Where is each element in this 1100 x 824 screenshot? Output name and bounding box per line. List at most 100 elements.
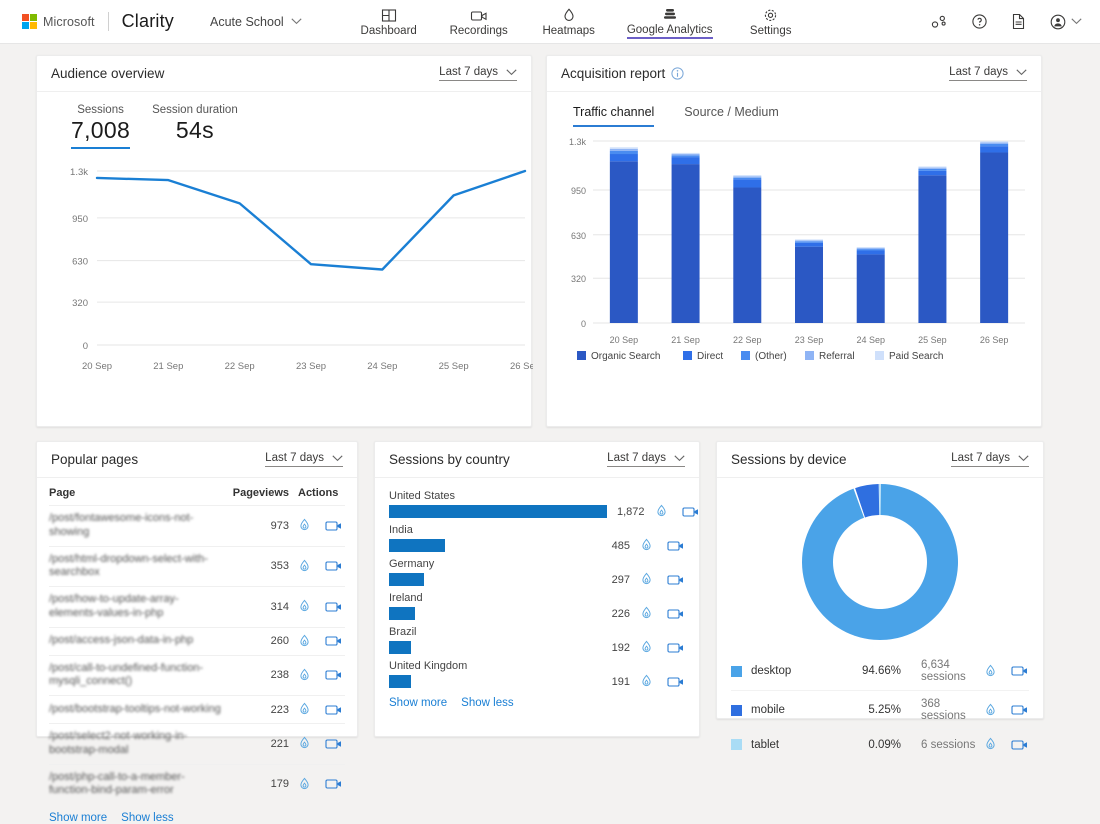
heatmap-flame-icon[interactable]: [640, 640, 653, 655]
country-item[interactable]: Germany 297: [389, 558, 685, 587]
recording-video-icon[interactable]: [1011, 704, 1029, 716]
account-avatar-icon[interactable]: [1049, 13, 1082, 31]
project-selector[interactable]: Acute School: [210, 15, 302, 29]
heatmap-flame-icon[interactable]: [298, 702, 311, 717]
kpi-session-duration[interactable]: Session duration 54s: [152, 104, 238, 149]
device-legend-row[interactable]: desktop 94.66% 6,634 sessions: [731, 652, 1029, 690]
table-row[interactable]: /post/bootstrap-tooltips-not-working 223: [49, 695, 345, 724]
recording-video-icon[interactable]: [325, 778, 343, 790]
nav-tab-heatmaps[interactable]: Heatmaps: [524, 0, 614, 44]
date-range-picker-country[interactable]: Last 7 days: [607, 452, 685, 467]
main-nav-tabs: Dashboard Recordings Heatmaps Google Ana…: [344, 0, 816, 44]
heatmap-flame-icon[interactable]: [655, 504, 668, 519]
device-legend-row[interactable]: tablet 0.09% 6 sessions: [731, 729, 1029, 759]
heatmap-flame-icon[interactable]: [298, 668, 311, 683]
page-url-cell[interactable]: /post/access-json-data-in-php: [49, 626, 233, 655]
svg-text:1.3k: 1.3k: [70, 167, 88, 178]
card-header: Acquisition report Last 7 days: [547, 56, 1041, 92]
recording-video-icon[interactable]: [325, 704, 343, 716]
heatmap-flame-icon[interactable]: [640, 606, 653, 621]
page-url-cell[interactable]: /post/php-call-to-a-member-function-bind…: [49, 763, 233, 804]
heatmap-flame-icon[interactable]: [640, 572, 653, 587]
kpi-label: Session duration: [152, 104, 238, 116]
page-url-cell[interactable]: /post/fontawesome-icons-not-showing: [49, 505, 233, 546]
heatmap-flame-icon[interactable]: [298, 634, 311, 649]
subtab-traffic-channel[interactable]: Traffic channel: [573, 105, 655, 127]
svg-text:Organic Search: Organic Search: [591, 351, 660, 362]
heatmap-flame-icon[interactable]: [984, 664, 997, 679]
country-item[interactable]: Ireland 226: [389, 592, 685, 621]
document-icon[interactable]: [1011, 13, 1026, 30]
country-bar-track: [389, 505, 607, 518]
heatmap-flame-icon[interactable]: [298, 518, 311, 533]
recording-video-icon[interactable]: [667, 676, 685, 688]
recording-video-icon[interactable]: [325, 520, 343, 532]
subtab-source-medium[interactable]: Source / Medium: [684, 105, 778, 127]
nav-tab-google-analytics[interactable]: Google Analytics: [614, 0, 726, 44]
country-actions: [640, 606, 685, 621]
share-people-icon[interactable]: [930, 14, 948, 30]
date-range-picker-device[interactable]: Last 7 days: [951, 452, 1029, 467]
gear-icon: [763, 8, 778, 23]
show-less-pages-link[interactable]: Show less: [121, 812, 173, 824]
recording-video-icon[interactable]: [325, 560, 343, 572]
device-legend: desktop 94.66% 6,634 sessions mobile 5.25% 36…: [717, 646, 1043, 759]
country-item[interactable]: Brazil 192: [389, 626, 685, 655]
recording-video-icon[interactable]: [667, 608, 685, 620]
pageviews-cell: 973: [232, 505, 289, 546]
top-navigation-bar: Microsoft Clarity Acute School Dashboard: [0, 0, 1100, 44]
date-range-picker-acquisition[interactable]: Last 7 days: [949, 66, 1027, 81]
kpi-sessions[interactable]: Sessions 7,008: [71, 104, 131, 149]
help-circle-icon[interactable]: [971, 13, 988, 30]
heatmap-flame-icon[interactable]: [298, 736, 311, 751]
heatmap-flame-icon[interactable]: [984, 703, 997, 718]
info-circle-icon[interactable]: [671, 67, 684, 80]
heatmap-flame-icon[interactable]: [298, 777, 311, 792]
recording-video-icon[interactable]: [681, 506, 700, 518]
recording-video-icon[interactable]: [325, 601, 343, 613]
page-url-cell[interactable]: /post/bootstrap-tooltips-not-working: [49, 695, 233, 724]
card-popular-pages: Popular pages Last 7 days Page Pageviews…: [36, 441, 358, 824]
heatmap-flame-icon[interactable]: [298, 559, 311, 574]
heatmap-flame-icon[interactable]: [298, 599, 311, 614]
heatmap-flame-icon[interactable]: [984, 737, 997, 752]
recording-video-icon[interactable]: [1011, 739, 1029, 751]
recording-video-icon[interactable]: [667, 642, 685, 654]
device-legend-row[interactable]: mobile 5.25% 368 sessions: [731, 690, 1029, 729]
show-more-pages-link[interactable]: Show more: [49, 812, 107, 824]
heatmap-flame-icon[interactable]: [640, 674, 653, 689]
table-row[interactable]: /post/html-dropdown-select-with-searchbo…: [49, 545, 345, 587]
date-range-picker-audience[interactable]: Last 7 days: [439, 66, 517, 81]
page-url-cell[interactable]: /post/call-to-undefined-function-mysqli_…: [49, 654, 233, 696]
recording-video-icon[interactable]: [667, 574, 685, 586]
table-row[interactable]: /post/call-to-undefined-function-mysqli_…: [49, 654, 345, 696]
recording-video-icon[interactable]: [325, 669, 343, 681]
nav-tab-recordings[interactable]: Recordings: [434, 0, 524, 44]
nav-tab-settings[interactable]: Settings: [726, 0, 816, 44]
nav-tab-dashboard[interactable]: Dashboard: [344, 0, 434, 44]
table-row[interactable]: /post/fontawesome-icons-not-showing 973: [49, 505, 345, 546]
recording-video-icon[interactable]: [325, 635, 343, 647]
country-item[interactable]: India 485: [389, 524, 685, 553]
country-item[interactable]: United States 1,872: [389, 490, 698, 519]
show-more-country-link[interactable]: Show more: [389, 697, 447, 709]
table-row[interactable]: /post/access-json-data-in-php 260: [49, 626, 345, 655]
page-url-cell[interactable]: /post/how-to-update-array-elements-value…: [49, 586, 233, 627]
date-range-picker-pages[interactable]: Last 7 days: [265, 452, 343, 467]
svg-text:(Other): (Other): [755, 351, 787, 362]
svg-text:26 Sep: 26 Sep: [510, 361, 533, 372]
table-row[interactable]: /post/how-to-update-array-elements-value…: [49, 586, 345, 627]
date-range-value: Last 7 days: [439, 66, 498, 78]
show-less-country-link[interactable]: Show less: [461, 697, 513, 709]
date-range-value: Last 7 days: [951, 452, 1010, 464]
country-bar-track: [389, 607, 587, 620]
svg-text:630: 630: [72, 257, 88, 268]
table-row[interactable]: /post/php-call-to-a-member-function-bind…: [49, 763, 345, 804]
page-url-cell[interactable]: /post/html-dropdown-select-with-searchbo…: [49, 545, 233, 587]
country-item[interactable]: United Kingdom 191: [389, 660, 685, 689]
recording-video-icon[interactable]: [1011, 665, 1029, 677]
recording-video-icon[interactable]: [325, 738, 343, 750]
recording-video-icon[interactable]: [667, 540, 685, 552]
heatmap-flame-icon[interactable]: [640, 538, 653, 553]
card-title: Sessions by device: [731, 452, 847, 467]
